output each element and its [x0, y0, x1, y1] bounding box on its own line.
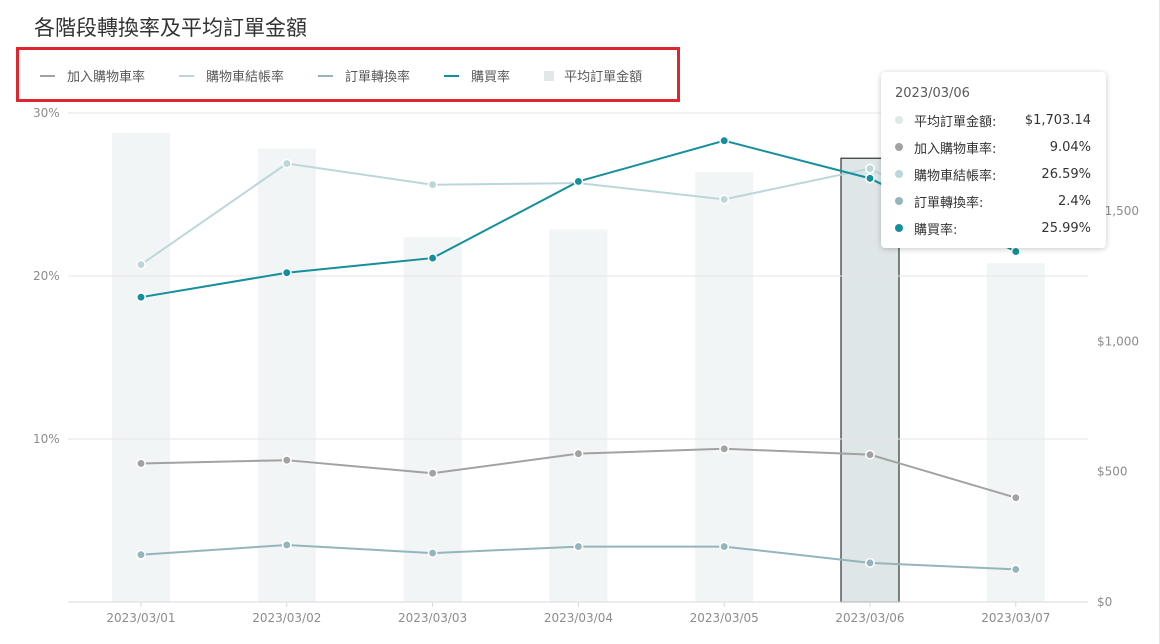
tooltip-series-value: 9.04% [1049, 139, 1091, 155]
y-left-tick-label: 20% [33, 269, 60, 283]
bar-2023/03/07 [986, 263, 1045, 602]
tooltip-series-name: 購買率: [914, 222, 958, 238]
point-3-1 [281, 267, 292, 278]
legend-item[interactable]: 加入購物車率 [40, 66, 145, 85]
x-tick-label-2023/03/05: 2023/03/05 [690, 611, 759, 625]
legend-swatch [179, 74, 195, 77]
point-3-6 [1010, 246, 1021, 257]
legend-swatch [40, 74, 55, 77]
point-1-5 [865, 163, 875, 174]
legend-item[interactable]: 訂單轉換率 [318, 66, 410, 85]
tooltip-row: 購物車結帳率: 26.59% [895, 164, 1091, 184]
x-tick-label-2023/03/02: 2023/03/02 [252, 611, 321, 625]
point-0-1 [281, 455, 292, 466]
x-tick-label-2023/03/03: 2023/03/03 [398, 611, 467, 625]
legend-swatch [318, 74, 334, 77]
tooltip-row: 訂單轉換率: 2.4% [895, 191, 1091, 211]
point-0-2 [427, 468, 438, 479]
tooltip: 2023/03/06 平均訂單金額: $1,703.14 加入購物車率: 9.04% 購… [881, 72, 1106, 248]
y-left-tick-label: 30% [33, 106, 60, 120]
point-1-1 [281, 158, 292, 169]
tooltip-row: 平均訂單金額: $1,703.14 [895, 110, 1091, 130]
legend-label: 訂單轉換率 [345, 70, 411, 85]
tooltip-series-name: 購物車結帳率: [914, 168, 997, 184]
point-1-0 [136, 259, 146, 270]
bar-2023/03/03 [403, 237, 462, 602]
tooltip-series-name: 平均訂單金額: [914, 114, 997, 130]
point-3-5 [865, 173, 875, 184]
tooltip-series-value: 2.4% [1057, 193, 1091, 209]
tooltip-series-name: 加入購物車率: [914, 141, 997, 157]
legend-label: 購物車結帳率 [206, 70, 285, 85]
y-right-tick-label: $500 [1097, 465, 1128, 479]
point-2-6 [1010, 564, 1021, 575]
tooltip-series-name: 訂單轉換率: [914, 195, 984, 211]
legend-item[interactable]: 購物車結帳率 [179, 66, 284, 85]
bar-2023/03/05 [695, 172, 754, 603]
bar-2023/03/01 [112, 133, 170, 602]
point-3-4 [719, 135, 730, 146]
tooltip-dot [895, 197, 903, 205]
tooltip-row: 購買率: 25.99% [895, 218, 1091, 238]
point-3-3 [573, 176, 584, 187]
point-2-2 [427, 548, 438, 559]
tooltip-dot [895, 170, 903, 178]
y-left-tick-label: 10% [33, 432, 60, 446]
x-tick-label-2023/03/01: 2023/03/01 [106, 611, 175, 625]
legend-label: 購買率 [471, 70, 511, 85]
legend-label: 加入購物車率 [67, 70, 146, 85]
point-2-3 [573, 541, 584, 552]
point-1-4 [719, 194, 730, 205]
y-right-tick-label: $0 [1097, 595, 1112, 609]
y-right-tick-label: $1,000 [1097, 334, 1139, 348]
point-3-2 [427, 253, 438, 264]
tooltip-series-value: $1,703.14 [1024, 112, 1091, 128]
legend: 加入購物車率 購物車結帳率 訂單轉換率 購買率 平均訂單金額 [40, 66, 676, 85]
legend-item[interactable]: 購買率 [444, 66, 510, 85]
bar-2023/03/02 [257, 148, 316, 602]
point-2-1 [281, 540, 292, 550]
tooltip-series-value: 25.99% [1041, 220, 1091, 236]
point-2-0 [136, 549, 146, 560]
x-tick-label-2023/03/04: 2023/03/04 [544, 611, 613, 625]
legend-label: 平均訂單金額 [564, 70, 643, 85]
point-0-6 [1010, 492, 1021, 503]
legend-item[interactable]: 平均訂單金額 [544, 66, 642, 85]
x-tick-label-2023/03/07: 2023/03/07 [981, 611, 1050, 625]
point-0-0 [136, 458, 146, 469]
legend-swatch [444, 74, 460, 77]
tooltip-dot [895, 224, 903, 232]
tooltip-dot [895, 143, 903, 151]
tooltip-dot [895, 116, 903, 124]
tooltip-date: 2023/03/06 [895, 86, 970, 101]
tooltip-row: 加入購物車率: 9.04% [895, 137, 1091, 157]
point-1-2 [427, 179, 438, 190]
tooltip-series-value: 26.59% [1041, 166, 1091, 182]
point-0-3 [573, 448, 584, 459]
point-2-5 [865, 557, 875, 568]
point-0-4 [719, 443, 730, 454]
legend-swatch [544, 70, 555, 81]
chart-card: 各階段轉換率及平均訂單金額 30% 20% 10% $0 $500 $1,000 $1,50… [0, 0, 1160, 644]
point-0-5 [865, 449, 875, 460]
x-tick-label-2023/03/06: 2023/03/06 [835, 611, 904, 625]
point-2-4 [719, 541, 730, 552]
point-3-0 [136, 292, 146, 303]
